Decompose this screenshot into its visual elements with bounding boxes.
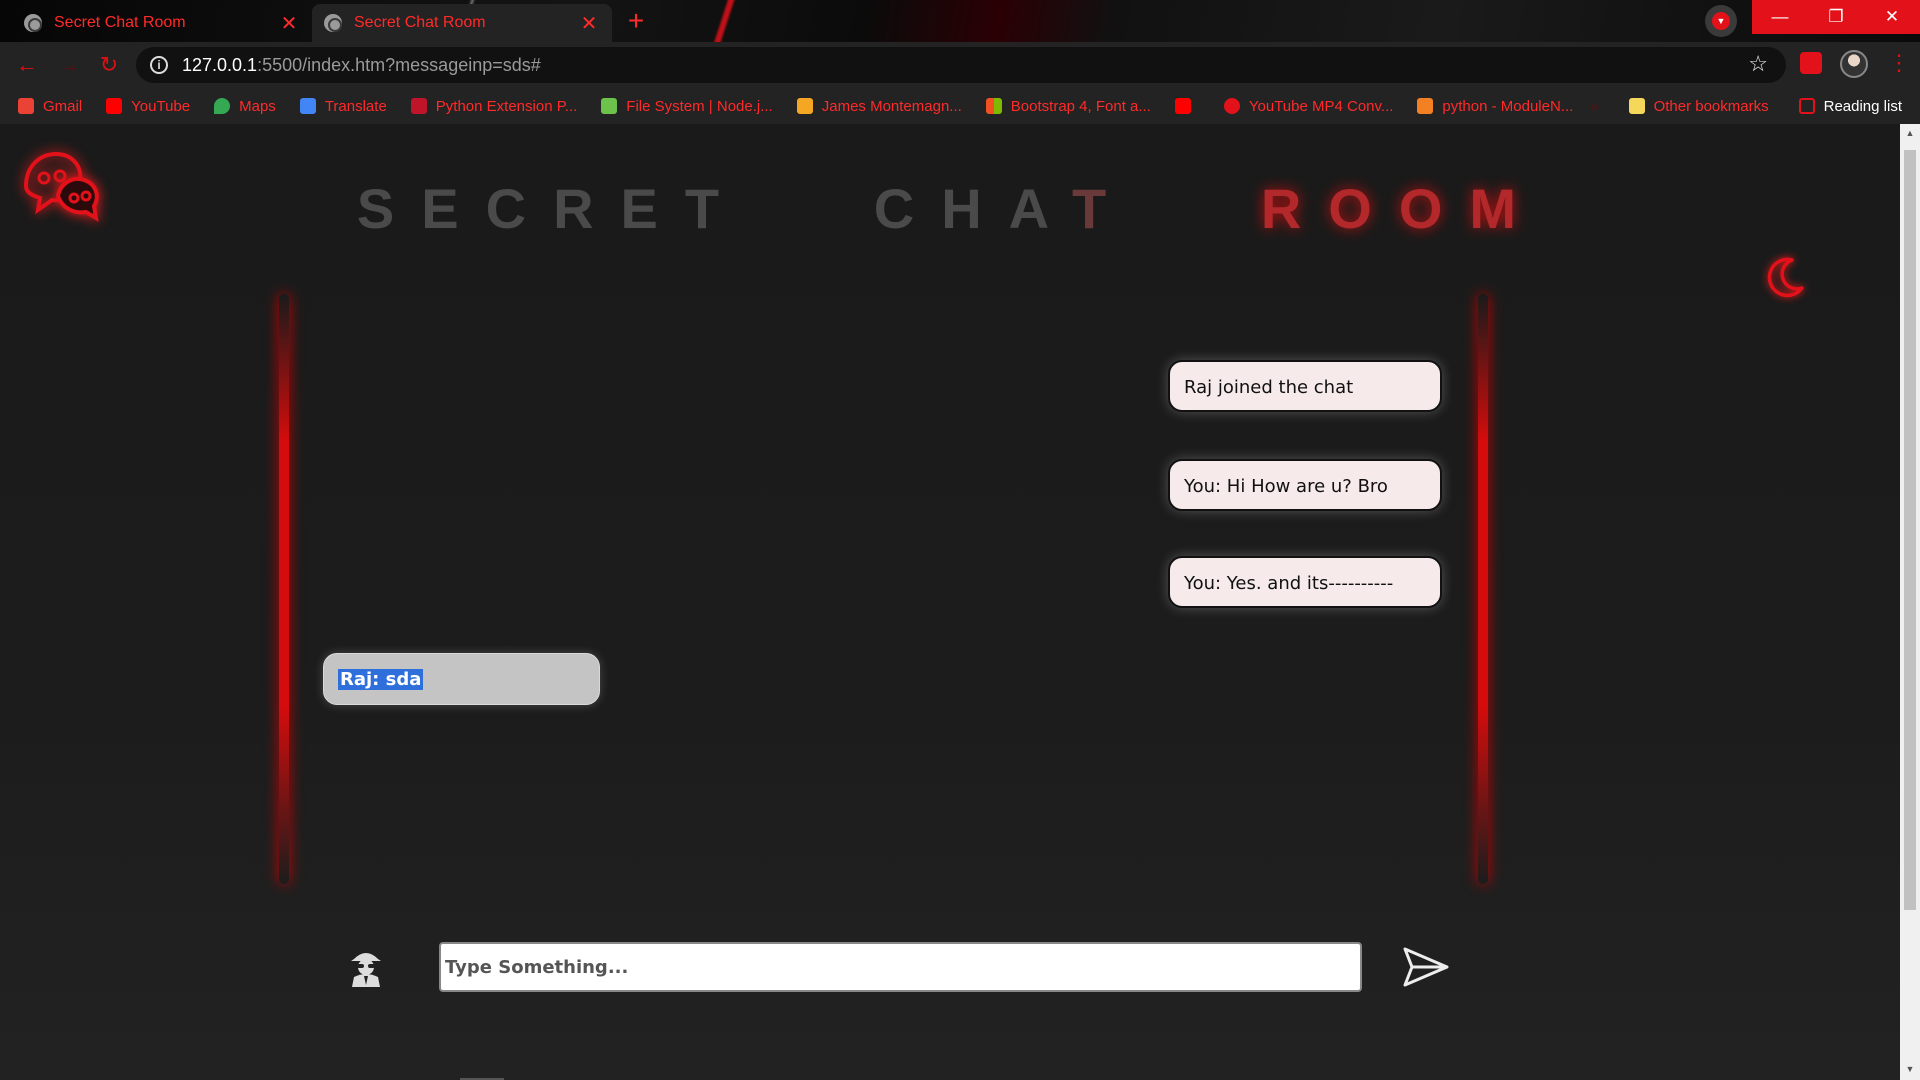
extensions-puzzle-icon[interactable] (1800, 52, 1822, 74)
scroll-up-arrow-icon[interactable]: ▲ (1904, 128, 1916, 138)
background-streak (706, 0, 740, 42)
other-bookmarks-folder[interactable]: Other bookmarks (1628, 98, 1769, 115)
back-arrow-icon[interactable]: ← (14, 52, 40, 78)
bookmarks-bar: Gmail YouTube Maps Translate Python Exte… (0, 88, 1920, 124)
right-glow-rail (1478, 294, 1488, 884)
stackoverflow-icon (1417, 98, 1434, 114)
globe-icon (24, 14, 42, 32)
reading-list-icon (1798, 98, 1815, 114)
bookmark-file-system[interactable]: File System | Node.j... (601, 98, 773, 115)
minimize-button[interactable]: — (1752, 0, 1808, 34)
bookmark-james-montemagno[interactable]: James Montemagn... (796, 98, 962, 115)
download-icon (1223, 98, 1240, 114)
windows-icon (985, 98, 1002, 114)
nodejs-icon (601, 98, 618, 114)
address-bar[interactable]: i 127.0.0.1:5500/index.htm?messageinp=sd… (136, 47, 1786, 83)
spy-avatar-icon (351, 953, 381, 987)
left-glow-rail (279, 294, 289, 884)
tab-title: Secret Chat Room (54, 14, 186, 31)
close-tab-icon[interactable]: ✕ (578, 11, 600, 36)
tab-2[interactable]: Secret Chat Room ✕ (312, 4, 612, 42)
dark-mode-moon-icon[interactable] (1762, 256, 1806, 300)
bookmark-python-extension[interactable]: Python Extension P... (410, 98, 577, 115)
tab-title: Secret Chat Room (354, 14, 486, 31)
restore-button[interactable]: ❐ (1808, 0, 1864, 34)
tab-1[interactable]: Secret Chat Room ✕ (12, 4, 312, 42)
youtube-icon (1174, 98, 1191, 114)
python-extension-icon (410, 98, 427, 114)
new-tab-button[interactable]: + (622, 7, 650, 36)
scroll-down-arrow-icon[interactable]: ▼ (1904, 1064, 1916, 1074)
translate-icon (299, 98, 316, 114)
bookmark-maps[interactable]: Maps (214, 98, 276, 115)
page-title: SECRET CHAT ROOM (356, 177, 1544, 240)
message-bubble: Raj joined the chat (1168, 360, 1442, 412)
reading-list-button[interactable]: Reading list (1798, 98, 1902, 115)
scrollbar-thumb[interactable] (1904, 150, 1916, 910)
folder-icon (1628, 98, 1645, 114)
bookmark-star-icon[interactable]: ☆ (1748, 51, 1768, 77)
message-bubble: You: Hi How are u? Bro (1168, 459, 1442, 511)
forward-arrow-icon[interactable]: → (56, 52, 82, 78)
bookmark-youtube-mp4[interactable]: YouTube MP4 Conv... (1223, 98, 1393, 115)
bookmarks-overflow-icon[interactable]: » (1590, 98, 1598, 115)
close-tab-icon[interactable]: ✕ (278, 11, 300, 36)
window-controls: — ❐ ✕ (1752, 0, 1920, 34)
message-input[interactable] (439, 942, 1362, 992)
browser-tab-strip: Secret Chat Room ✕ Secret Chat Room ✕ + … (0, 0, 1920, 42)
site-info-icon[interactable]: i (150, 56, 168, 74)
message-bubble-received: Raj: sda (323, 653, 600, 705)
browser-toolbar: ← → ↻ i 127.0.0.1:5500/index.htm?message… (0, 42, 1920, 88)
bookmark-bootstrap[interactable]: Bootstrap 4, Font a... (985, 98, 1151, 115)
selected-text: Raj: sda (338, 669, 424, 690)
message-bubble: You: Yes. and its---------- (1168, 556, 1442, 608)
blog-icon (796, 98, 813, 114)
close-window-button[interactable]: ✕ (1864, 0, 1920, 34)
youtube-icon (106, 98, 123, 114)
profile-avatar[interactable] (1840, 50, 1868, 78)
send-icon[interactable] (1402, 945, 1450, 989)
chat-page: SECRET CHAT ROOM Raj joined the chat You… (0, 124, 1900, 1080)
globe-icon (324, 14, 342, 32)
reload-icon[interactable]: ↻ (96, 52, 122, 78)
bookmark-gmail[interactable]: Gmail (18, 98, 82, 115)
maps-icon (214, 98, 231, 114)
browser-menu-icon[interactable]: ⋮ (1888, 50, 1910, 76)
bookmark-youtube[interactable]: YouTube (106, 98, 190, 115)
bookmark-youtube-2[interactable] (1174, 98, 1200, 114)
page-scrollbar[interactable]: ▲ ▼ (1900, 124, 1920, 1080)
bookmark-translate[interactable]: Translate (299, 98, 387, 115)
bookmark-python-module[interactable]: python - ModuleN... (1417, 98, 1573, 115)
extension-icon[interactable] (1705, 5, 1737, 37)
url-text: 127.0.0.1:5500/index.htm?messageinp=sds# (182, 54, 541, 75)
gmail-icon (18, 98, 34, 114)
